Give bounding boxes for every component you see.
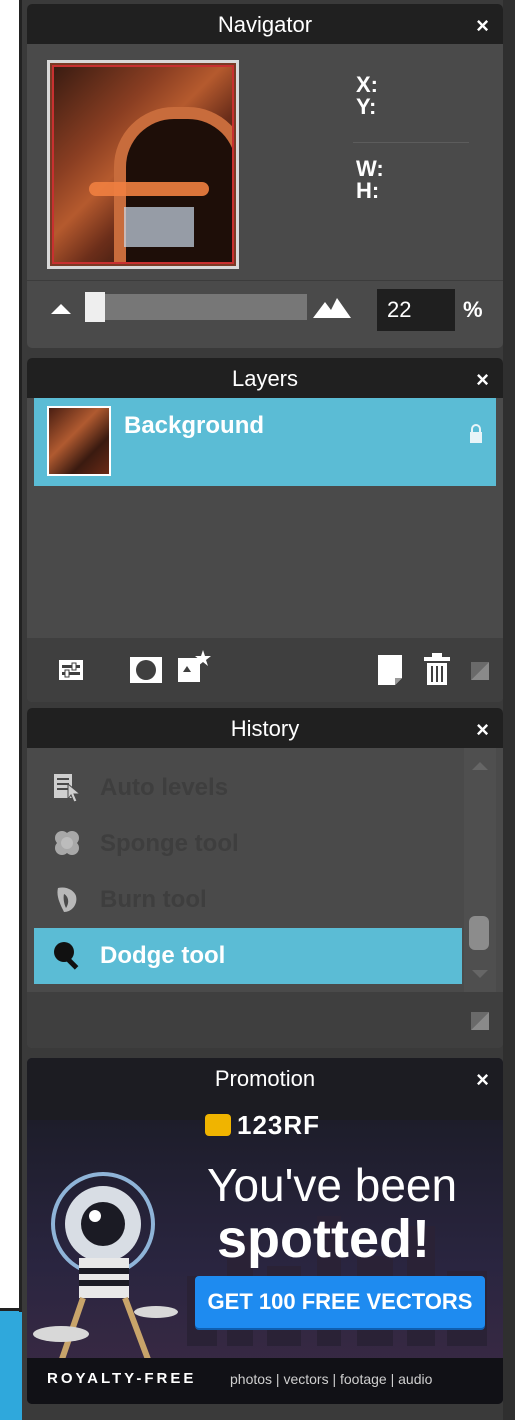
close-icon[interactable]: ×	[476, 717, 489, 743]
sponge-icon	[55, 831, 79, 855]
promotion-panel: Promotion × 123RF You've been spotted! G…	[27, 1058, 503, 1404]
layers-panel: Layers × Background	[27, 358, 503, 702]
panels-scrollbar[interactable]	[503, 0, 515, 1420]
zoom-input[interactable]: 22	[377, 289, 455, 331]
lock-icon[interactable]	[468, 424, 484, 444]
history-header[interactable]: History ×	[27, 708, 503, 748]
resize-grip-icon[interactable]	[471, 1012, 489, 1030]
navigator-header[interactable]: Navigator ×	[27, 4, 503, 44]
history-item-label: Sponge tool	[100, 830, 239, 857]
layer-mask-icon[interactable]	[129, 656, 163, 684]
layers-toolbar	[27, 638, 503, 702]
layer-name: Background	[124, 412, 265, 439]
royalty-free-label: ROYALTY-FREE	[47, 1370, 197, 1387]
close-icon[interactable]: ×	[476, 1067, 489, 1093]
canvas-accent	[0, 1310, 24, 1420]
zoom-in-icon[interactable]	[313, 294, 353, 318]
scroll-up-icon[interactable]	[472, 762, 488, 770]
history-item[interactable]: Sponge tool	[34, 816, 462, 872]
promotion-footer: ROYALTY-FREE photos | vectors | footage …	[27, 1358, 503, 1404]
brand-logo-icon	[205, 1114, 231, 1136]
scroll-down-icon[interactable]	[472, 970, 488, 978]
navigator-panel: Navigator × X: Y: W: H: 22 %	[27, 4, 503, 348]
history-item-label: Auto levels	[100, 774, 229, 801]
y-label: Y:	[356, 94, 377, 119]
delete-layer-icon[interactable]	[423, 652, 451, 686]
media-types-label: photos | vectors | footage | audio	[230, 1371, 433, 1387]
history-scrollbar[interactable]	[464, 748, 496, 992]
zoom-out-icon[interactable]	[51, 304, 71, 314]
promotion-headline: You've been	[207, 1159, 458, 1211]
layer-settings-icon[interactable]	[57, 656, 85, 684]
x-label: X:	[356, 72, 378, 97]
promotion-headline-emphasis: spotted!	[217, 1209, 430, 1269]
history-item[interactable]: Auto levels	[34, 760, 462, 816]
history-footer	[27, 992, 503, 1048]
resize-grip-icon[interactable]	[471, 662, 489, 680]
history-list: Auto levels Sponge tool Burn tool Dodge …	[34, 748, 462, 992]
history-scroll-thumb[interactable]	[469, 916, 489, 950]
navigator-thumbnail[interactable]	[47, 60, 239, 269]
new-layer-icon[interactable]	[377, 654, 403, 686]
spotlight-illustration	[33, 1172, 178, 1364]
divider	[353, 142, 469, 143]
history-title: History	[230, 716, 300, 741]
brand-name: 123RF	[237, 1110, 321, 1140]
w-label: W:	[356, 156, 384, 181]
get-free-vectors-button[interactable]: GET 100 FREE VECTORS	[195, 1276, 485, 1328]
history-item-selected[interactable]: Dodge tool	[34, 928, 462, 984]
layer-thumbnail	[47, 406, 111, 476]
viewport-rect[interactable]	[52, 65, 234, 264]
new-layer-effect-icon[interactable]	[177, 650, 213, 684]
history-item[interactable]: Burn tool	[34, 872, 462, 928]
layers-header[interactable]: Layers ×	[27, 358, 503, 398]
navigator-title: Navigator	[217, 12, 313, 37]
close-icon[interactable]: ×	[476, 13, 489, 39]
layers-title: Layers	[231, 366, 299, 391]
close-icon[interactable]: ×	[476, 367, 489, 393]
zoom-slider-handle[interactable]	[85, 292, 105, 322]
promotion-title: Promotion	[214, 1066, 316, 1091]
promotion-header[interactable]: Promotion ×	[27, 1058, 503, 1098]
dodge-icon	[54, 942, 79, 970]
history-panel: History × Auto levels Sponge tool Burn t…	[27, 708, 503, 1048]
history-item-label: Burn tool	[100, 886, 207, 913]
history-item-label: Dodge tool	[100, 942, 226, 969]
levels-icon	[54, 774, 82, 802]
burn-icon	[57, 887, 77, 912]
canvas-border-bottom	[0, 1308, 22, 1311]
layer-row[interactable]: Background	[34, 398, 496, 486]
zoom-unit: %	[463, 297, 483, 322]
zoom-slider[interactable]	[85, 294, 307, 320]
h-label: H:	[356, 178, 380, 203]
